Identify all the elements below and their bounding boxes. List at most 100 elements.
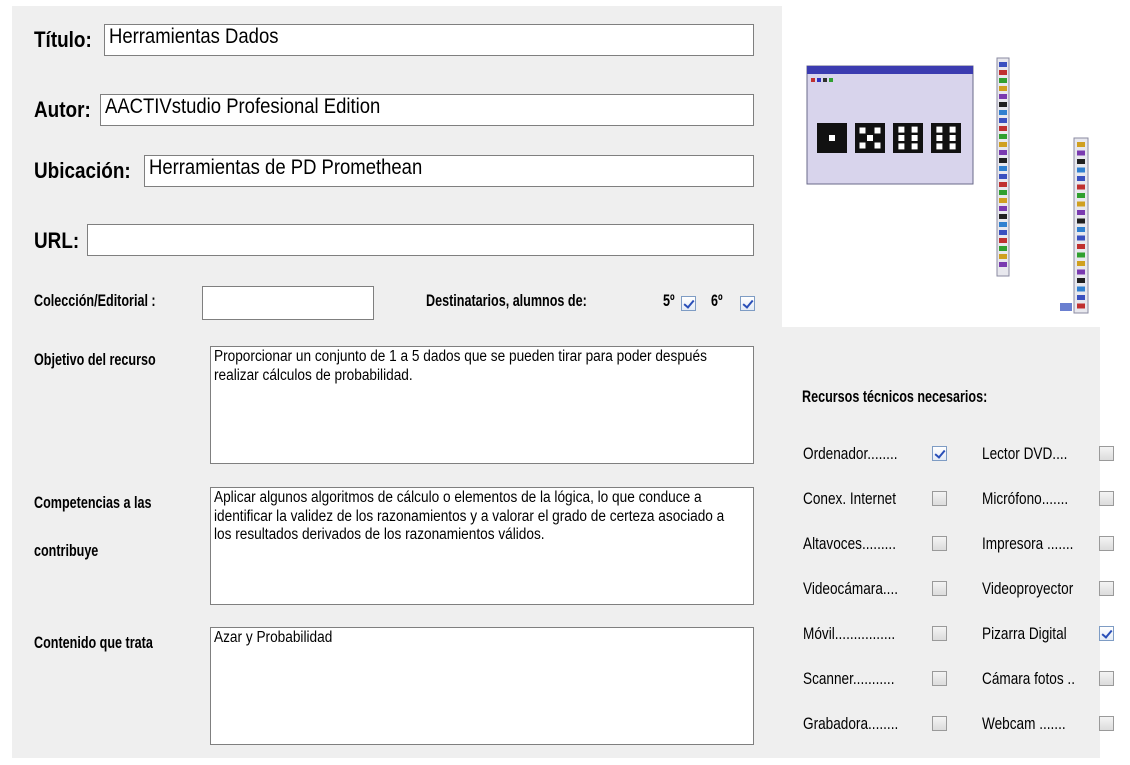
grade-5-checkbox[interactable] <box>681 296 696 311</box>
ubicacion-value: Herramientas de PD Promethean <box>149 156 423 179</box>
toolbar-button-icon <box>999 182 1007 187</box>
recurso-right-checkbox[interactable] <box>1099 491 1114 506</box>
recurso-left-label: Videocámara.... <box>803 579 899 598</box>
recurso-left-checkbox[interactable] <box>932 626 947 641</box>
die <box>931 123 961 153</box>
toolbar-button-icon <box>999 238 1007 243</box>
contenido-value: Azar y Probabilidad <box>214 629 333 646</box>
toolbar-button-icon <box>999 158 1007 163</box>
destinatarios-label: Destinatarios, alumnos de: <box>426 291 587 310</box>
die-pip <box>898 126 905 133</box>
grade-5-label: 5º <box>663 291 675 310</box>
autor-field[interactable]: AACTIVstudio Profesional Edition <box>100 94 754 126</box>
die-pip <box>898 143 905 150</box>
recurso-right-label: Webcam ....... <box>982 714 1066 733</box>
contenido-label: Contenido que trata <box>34 633 153 652</box>
coleccion-field[interactable] <box>202 286 374 320</box>
grade-6-checkbox[interactable] <box>740 296 755 311</box>
toolbar-button-icon <box>999 150 1007 155</box>
titulo-value: Herramientas Dados <box>109 25 279 48</box>
die <box>893 123 923 153</box>
recurso-right-label: Cámara fotos .. <box>982 669 1075 688</box>
recurso-left-label: Grabadora........ <box>803 714 899 733</box>
toolbar-button-icon <box>1077 159 1085 164</box>
recurso-left-checkbox[interactable] <box>932 446 947 461</box>
die-pip <box>949 143 956 150</box>
toolbar-button-icon <box>999 86 1007 91</box>
die-pip <box>911 143 918 150</box>
toolbar-button-icon <box>1077 184 1085 190</box>
grade-6-label: 6º <box>711 291 723 310</box>
resource-screenshot <box>782 6 1100 327</box>
toolbar-button-icon <box>1077 303 1085 309</box>
toolbar-button-icon <box>1077 201 1085 207</box>
competencias-label-line1: Competencias a las <box>34 493 152 512</box>
toolbar-button-icon <box>999 102 1007 107</box>
recurso-left-checkbox[interactable] <box>932 671 947 686</box>
toolbar-button-icon <box>999 70 1007 75</box>
recurso-right-checkbox[interactable] <box>1099 536 1114 551</box>
die-pip <box>911 135 918 141</box>
die-pip <box>859 142 866 149</box>
recurso-left-checkbox[interactable] <box>932 491 947 506</box>
competencias-textarea[interactable]: Aplicar algunos algoritmos de cálculo o … <box>210 487 754 605</box>
recurso-right-checkbox[interactable] <box>1099 671 1114 686</box>
die-pip <box>936 135 943 141</box>
toolbar-button-icon <box>999 118 1007 123</box>
toolbar-button-icon <box>999 222 1007 227</box>
competencias-value: Aplicar algunos algoritmos de cálculo o … <box>214 489 725 543</box>
toolbar-button-icon <box>999 166 1007 171</box>
toolbar-button-icon <box>1077 142 1085 147</box>
toolbar-button-icon <box>1077 167 1085 173</box>
objetivo-label: Objetivo del recurso <box>34 350 156 369</box>
die-pip <box>874 142 881 149</box>
coleccion-label: Colección/Editorial : <box>34 291 156 310</box>
url-label: URL: <box>34 228 80 253</box>
objetivo-textarea[interactable]: Proporcionar un conjunto de 1 a 5 dados … <box>210 346 754 464</box>
recurso-right-checkbox[interactable] <box>1099 626 1114 641</box>
contenido-textarea[interactable]: Azar y Probabilidad <box>210 627 754 745</box>
die-pip <box>936 126 943 133</box>
recurso-right-checkbox[interactable] <box>1099 581 1114 596</box>
toolbar-button-icon <box>1077 150 1085 156</box>
die-pip <box>859 127 866 134</box>
die-pip <box>867 135 873 141</box>
toolbar-button-icon <box>1077 252 1085 258</box>
ubicacion-field[interactable]: Herramientas de PD Promethean <box>144 155 754 187</box>
toolbar-button-icon <box>1077 235 1085 241</box>
titulo-field[interactable]: Herramientas Dados <box>104 24 754 56</box>
recurso-right-checkbox[interactable] <box>1099 446 1114 461</box>
recurso-left-checkbox[interactable] <box>932 581 947 596</box>
toolbar-button-icon <box>1077 286 1085 292</box>
toolbar-button-icon <box>1077 193 1085 198</box>
toolbar-button-icon <box>999 230 1007 235</box>
recurso-right-label: Pizarra Digital <box>982 624 1067 643</box>
recurso-right-label: Videoproyector <box>982 579 1074 598</box>
dice-tool-screenshot <box>806 57 1089 314</box>
toolbar-button-icon <box>999 246 1007 251</box>
recurso-right-label: Micrófono....... <box>982 489 1069 508</box>
die-pip <box>936 143 943 150</box>
recurso-right-label: Lector DVD.... <box>982 444 1068 463</box>
toolbar-button-icon <box>999 78 1007 83</box>
autor-value: AACTIVstudio Profesional Edition <box>105 95 381 118</box>
toolbar-button-icon <box>1077 278 1085 283</box>
titulo-label: Título: <box>34 27 92 52</box>
toolbar-button-icon <box>999 214 1007 219</box>
recurso-left-label: Conex. Internet <box>803 489 896 508</box>
recurso-left-label: Móvil................ <box>803 624 896 643</box>
die-pip <box>874 127 881 134</box>
url-field[interactable] <box>87 224 754 256</box>
recurso-right-checkbox[interactable] <box>1099 716 1114 731</box>
recurso-left-checkbox[interactable] <box>932 716 947 731</box>
toolbar-button-icon <box>1077 227 1085 232</box>
die-pip <box>949 135 956 141</box>
toolbar-button-icon <box>1077 176 1085 181</box>
toolbar-button-icon <box>999 190 1007 195</box>
toolbar-button-icon <box>1077 269 1085 275</box>
toolbar-button-icon <box>1077 261 1085 266</box>
competencias-label-line2: contribuye <box>34 541 99 560</box>
recurso-left-checkbox[interactable] <box>932 536 947 551</box>
toolbar-button-icon <box>999 134 1007 139</box>
die-pip <box>911 126 918 133</box>
